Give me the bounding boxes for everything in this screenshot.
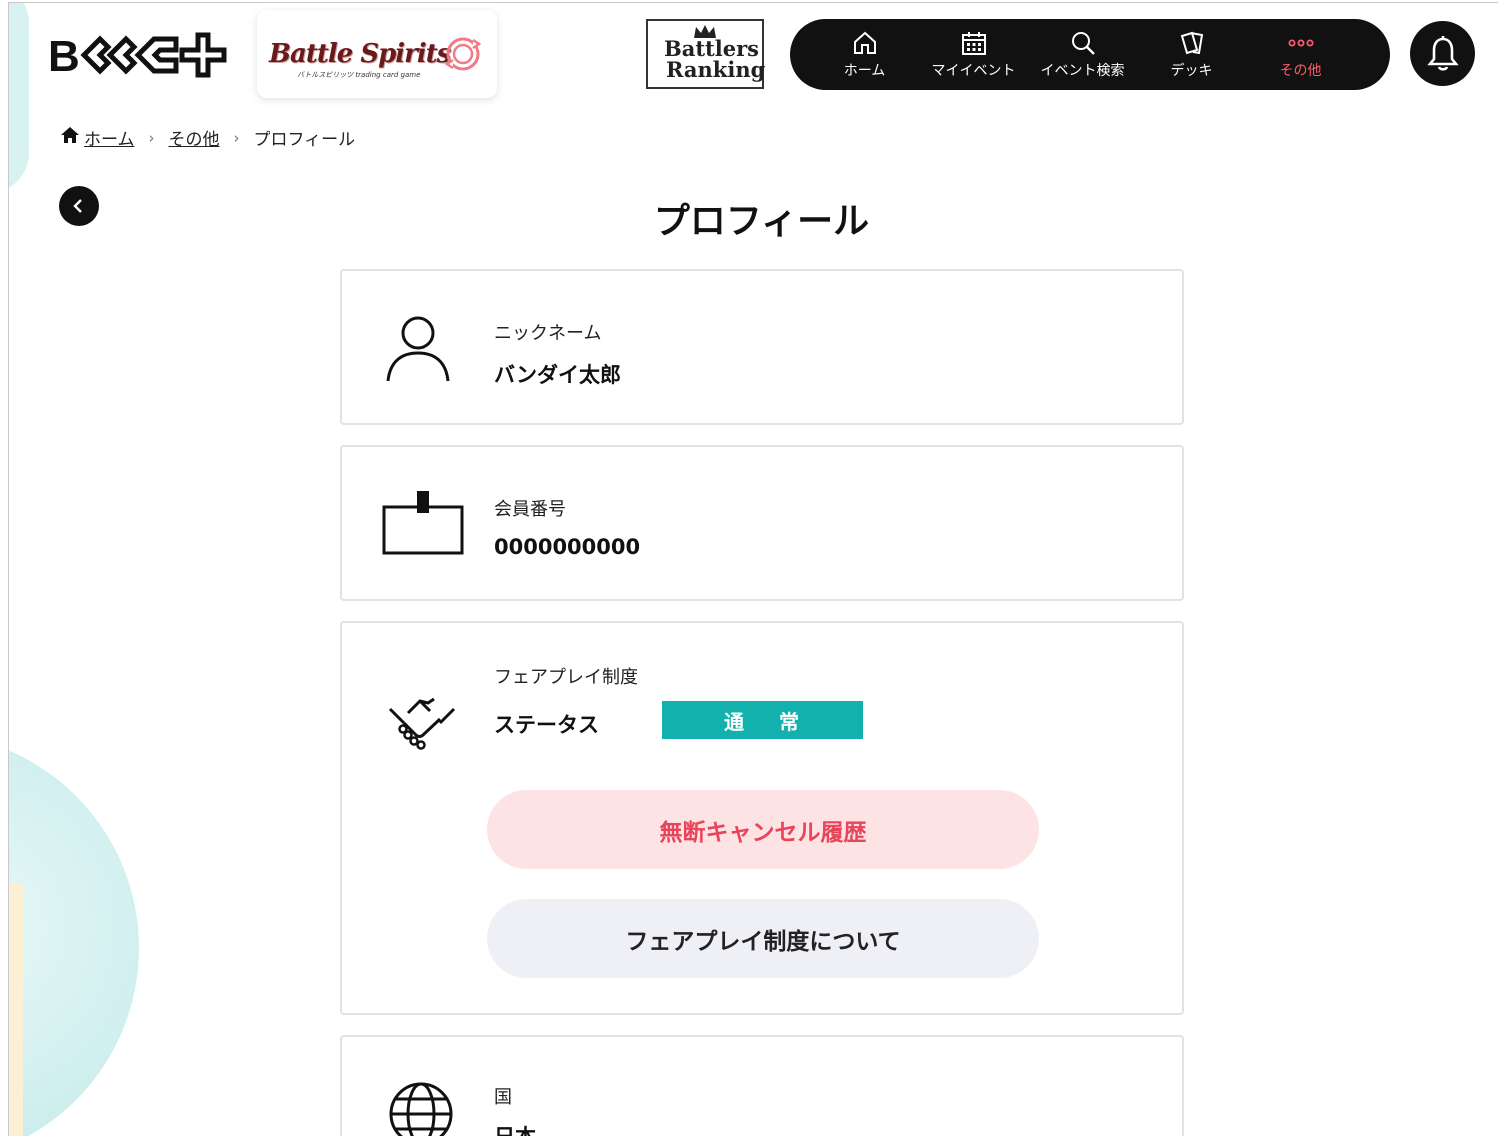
decor-circle	[9, 733, 139, 1136]
decor-strip	[9, 883, 23, 1136]
country-card: 国 日本	[340, 1035, 1184, 1136]
breadcrumb-home-link[interactable]: ホーム	[84, 125, 135, 150]
country-label: 国	[494, 1087, 512, 1108]
battle-spirits-logo: Battle Spirits	[269, 39, 451, 69]
id-card-icon	[382, 487, 466, 563]
breadcrumb: ホーム › その他 › プロフィール	[60, 125, 355, 150]
decor-shape	[9, 3, 29, 193]
member-number-card: 会員番号 0000000000	[340, 445, 1184, 601]
bcg-logo[interactable]: B	[48, 30, 230, 80]
game-switcher[interactable]: Battle Spirits バトルスピリッツ trading card gam…	[257, 10, 497, 98]
cards-icon	[1180, 31, 1203, 54]
notification-button[interactable]	[1410, 21, 1475, 86]
handshake-icon	[386, 685, 458, 761]
member-number-label: 会員番号	[494, 499, 566, 520]
nav-deck-label: デッキ	[1170, 62, 1213, 79]
battle-spirits-subtitle: バトルスピリッツ trading card game	[297, 71, 421, 79]
main-nav: ホーム マイイベント イベント検索 デッキ その他	[790, 19, 1390, 90]
nav-home[interactable]: ホーム	[810, 19, 919, 90]
page-title: プロフィール	[653, 201, 870, 242]
bell-icon	[1426, 35, 1459, 71]
nav-event-search-label: イベント検索	[1040, 62, 1125, 79]
nav-home-label: ホーム	[843, 62, 886, 79]
status-label: ステータス	[494, 713, 599, 737]
switch-game-icon[interactable]	[443, 34, 483, 78]
breadcrumb-other-link[interactable]: その他	[169, 125, 220, 150]
svg-text:B: B	[48, 32, 80, 80]
more-icon	[1288, 38, 1313, 46]
breadcrumb-home-icon	[60, 126, 80, 149]
user-icon	[382, 313, 454, 389]
nav-my-events-label: マイイベント	[931, 62, 1016, 79]
ranking-logo-line2: Ranking	[666, 57, 766, 82]
country-value: 日本	[494, 1121, 536, 1136]
bcg-logo-mark: B	[48, 32, 227, 80]
nav-event-search[interactable]: イベント検索	[1028, 19, 1137, 90]
about-fairplay-button[interactable]: フェアプレイ制度について	[487, 899, 1039, 978]
nav-my-events[interactable]: マイイベント	[919, 19, 1028, 90]
cancel-history-button[interactable]: 無断キャンセル履歴	[487, 790, 1039, 869]
status-badge: 通 常	[662, 701, 863, 739]
home-icon	[853, 31, 876, 54]
member-number-value: 0000000000	[494, 535, 641, 559]
nav-other[interactable]: その他	[1246, 19, 1355, 90]
nav-deck[interactable]: デッキ	[1137, 19, 1246, 90]
nickname-label: ニックネーム	[494, 323, 602, 344]
ranking-logo-line1: Battlers	[664, 36, 759, 61]
fairplay-card: フェアプレイ制度 ステータス 通 常 無断キャンセル履歴 フェアプレイ制度につい…	[340, 621, 1184, 1015]
nav-other-label: その他	[1279, 62, 1322, 79]
breadcrumb-separator: ›	[148, 128, 155, 147]
nickname-card: ニックネーム バンダイ太郎	[340, 269, 1184, 425]
calendar-icon	[961, 31, 986, 55]
nickname-value: バンダイ太郎	[494, 363, 622, 387]
battlers-ranking-logo[interactable]: Battlers Ranking	[646, 19, 766, 89]
search-icon	[1071, 31, 1095, 55]
fairplay-label: フェアプレイ制度	[494, 667, 638, 688]
globe-icon	[388, 1081, 454, 1136]
breadcrumb-separator: ›	[233, 128, 240, 147]
breadcrumb-current: プロフィール	[253, 130, 356, 150]
